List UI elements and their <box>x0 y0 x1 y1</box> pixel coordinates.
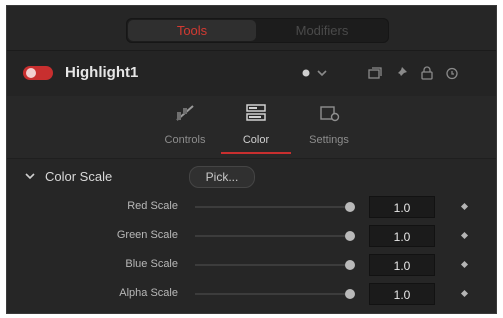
slider-track[interactable] <box>195 206 350 208</box>
parameters-area: Color Scale Pick... Red Scale 1.0 Green … <box>7 159 496 313</box>
keyframe-icon[interactable] <box>460 231 469 240</box>
inspector-subtabs: Controls Color Settings <box>7 96 496 159</box>
slider-thumb[interactable] <box>345 260 355 270</box>
keyframe-icon[interactable] <box>460 289 469 298</box>
param-value-field[interactable]: 1.0 <box>369 283 435 305</box>
slider-thumb[interactable] <box>345 289 355 299</box>
subtab-label: Settings <box>309 134 349 146</box>
param-value-field[interactable]: 1.0 <box>369 225 435 247</box>
color-icon <box>244 102 268 124</box>
slider-track[interactable] <box>195 293 350 295</box>
settings-icon <box>317 102 341 124</box>
reset-icon[interactable] <box>444 65 460 81</box>
active-subtab-indicator <box>221 152 291 154</box>
slider-thumb[interactable] <box>345 202 355 212</box>
subtab-label: Controls <box>164 134 206 146</box>
param-row-alpha-scale: Alpha Scale 1.0 <box>7 280 496 308</box>
slider-track[interactable] <box>195 235 350 237</box>
param-value-field[interactable]: 1.0 <box>369 254 435 276</box>
chevron-down-icon[interactable] <box>314 65 330 81</box>
pin-icon[interactable] <box>393 65 409 81</box>
toggle-knob <box>26 68 36 78</box>
collapse-chevron-icon[interactable] <box>25 171 35 184</box>
version-icon[interactable] <box>367 65 383 81</box>
param-label: Red Scale <box>127 200 178 212</box>
param-row-green-scale: Green Scale 1.0 <box>7 222 496 250</box>
slider-track[interactable] <box>195 264 350 266</box>
color-dot-icon[interactable] <box>298 65 314 81</box>
subtab-label: Color <box>242 134 270 146</box>
node-name: Highlight1 <box>65 64 139 81</box>
param-row-red-scale: Red Scale 1.0 <box>7 193 496 221</box>
controls-icon <box>173 102 197 124</box>
subtab-controls[interactable]: Controls <box>155 102 215 146</box>
keyframe-icon[interactable] <box>460 260 469 269</box>
top-tab-bar: Tools Modifiers <box>7 6 496 50</box>
tab-tools[interactable]: Tools <box>128 20 256 41</box>
pick-button[interactable]: Pick... <box>189 166 255 188</box>
param-label: Green Scale <box>116 229 178 241</box>
slider-thumb[interactable] <box>345 231 355 241</box>
section-title[interactable]: Color Scale <box>45 169 112 184</box>
tab-switcher: Tools Modifiers <box>126 18 389 43</box>
subtab-color[interactable]: Color <box>227 102 285 146</box>
lock-icon[interactable] <box>419 65 435 81</box>
param-value-field[interactable]: 1.0 <box>369 196 435 218</box>
keyframe-icon[interactable] <box>460 202 469 211</box>
param-label: Alpha Scale <box>119 287 178 299</box>
subtab-settings[interactable]: Settings <box>299 102 359 146</box>
node-enable-toggle[interactable] <box>23 66 53 80</box>
node-header: Highlight1 <box>7 50 496 97</box>
inspector-panel: Tools Modifiers Highlight1 Controls Colo… <box>6 5 497 314</box>
tab-modifiers[interactable]: Modifiers <box>258 20 386 41</box>
param-row-blue-scale: Blue Scale 1.0 <box>7 251 496 279</box>
param-label: Blue Scale <box>125 258 178 270</box>
